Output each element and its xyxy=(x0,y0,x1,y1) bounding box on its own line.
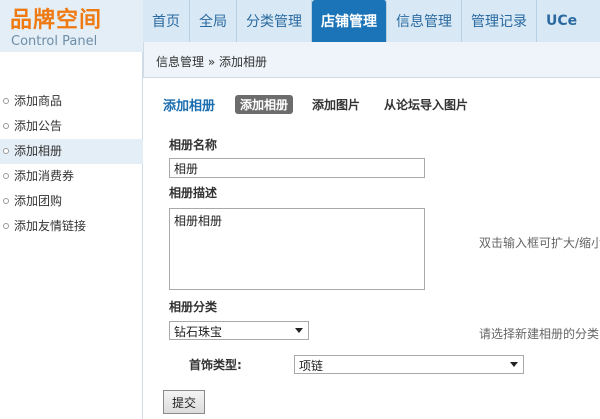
dropdown-arrow-icon xyxy=(510,362,518,367)
album-desc-textarea[interactable] xyxy=(169,208,425,290)
nav-category[interactable]: 分类管理 xyxy=(237,0,312,42)
album-category-value: 钻石珠宝 xyxy=(174,325,223,339)
sidebar-item-label: 添加团购 xyxy=(14,194,63,208)
sidebar-item-label: 添加友情链接 xyxy=(14,219,87,233)
jewelry-type-select[interactable]: 项链 xyxy=(294,355,524,374)
tab-add-image[interactable]: 添加图片 xyxy=(307,95,365,114)
sidebar-item-add-product[interactable]: 添加商品 xyxy=(0,89,143,114)
sidebar-item-label: 添加公告 xyxy=(14,119,63,133)
nav-logs[interactable]: 管理记录 xyxy=(462,0,537,42)
sidebar-item-add-link[interactable]: 添加友情链接 xyxy=(0,214,143,239)
album-category-label: 相册分类 xyxy=(169,300,218,314)
top-header: 品牌空间 Control Panel 首页 全局 分类管理 店铺管理 信息管理 … xyxy=(0,0,600,52)
album-category-select[interactable]: 钻石珠宝 xyxy=(169,321,309,340)
jewelry-type-label: 首饰类型: xyxy=(189,358,242,372)
nav-global[interactable]: 全局 xyxy=(190,0,237,42)
bullet-icon xyxy=(3,173,9,179)
page-title: 添加相册 xyxy=(163,99,216,114)
sidebar-item-label: 添加商品 xyxy=(14,94,63,108)
breadcrumb-bar: 信息管理 » 添加相册 xyxy=(143,42,600,78)
bullet-icon xyxy=(3,148,9,154)
sidebar-item-add-coupon[interactable]: 添加消费券 xyxy=(0,164,143,189)
bullet-icon xyxy=(3,123,9,129)
bullet-icon xyxy=(3,198,9,204)
sidebar-item-add-album[interactable]: 添加相册 xyxy=(0,139,143,164)
desc-hint: 双击输入框可扩大/缩小 xyxy=(479,236,600,250)
sidebar-item-label: 添加相册 xyxy=(14,144,63,158)
album-desc-label: 相册描述 xyxy=(169,186,218,200)
nav-info[interactable]: 信息管理 xyxy=(387,0,462,42)
tab-import-forum[interactable]: 从论坛导入图片 xyxy=(379,95,473,114)
tab-add-album[interactable]: 添加相册 xyxy=(235,95,294,114)
nav-ucenter[interactable]: UCe xyxy=(537,0,586,42)
sidebar: 添加商品 添加公告 添加相册 添加消费券 添加团购 添加友情链接 xyxy=(0,52,143,419)
bullet-icon xyxy=(3,98,9,104)
sidebar-menu: 添加商品 添加公告 添加相册 添加消费券 添加团购 添加友情链接 xyxy=(0,89,143,239)
submit-button[interactable]: 提交 xyxy=(163,390,206,414)
breadcrumb: 信息管理 » 添加相册 xyxy=(156,55,267,69)
logo-subtitle: Control Panel xyxy=(11,34,98,49)
category-hint: 请选择新建相册的分类 xyxy=(479,327,600,341)
nav-shop[interactable]: 店铺管理 xyxy=(312,0,387,42)
nav-home[interactable]: 首页 xyxy=(143,0,190,42)
logo-title: 品牌空间 xyxy=(10,8,103,33)
sidebar-item-add-groupbuy[interactable]: 添加团购 xyxy=(0,189,143,214)
album-name-input[interactable] xyxy=(169,158,425,178)
album-name-label: 相册名称 xyxy=(169,138,218,152)
sidebar-item-label: 添加消费券 xyxy=(14,169,75,183)
dropdown-arrow-icon xyxy=(295,328,303,333)
main-nav: 首页 全局 分类管理 店铺管理 信息管理 管理记录 UCe xyxy=(143,0,586,42)
bullet-icon xyxy=(3,223,9,229)
sidebar-item-add-notice[interactable]: 添加公告 xyxy=(0,114,143,139)
logo: 品牌空间 Control Panel xyxy=(0,0,143,52)
form-tabs: 添加相册 添加相册 添加图片 从论坛导入图片 xyxy=(163,95,487,114)
jewelry-type-value: 项链 xyxy=(299,359,324,373)
